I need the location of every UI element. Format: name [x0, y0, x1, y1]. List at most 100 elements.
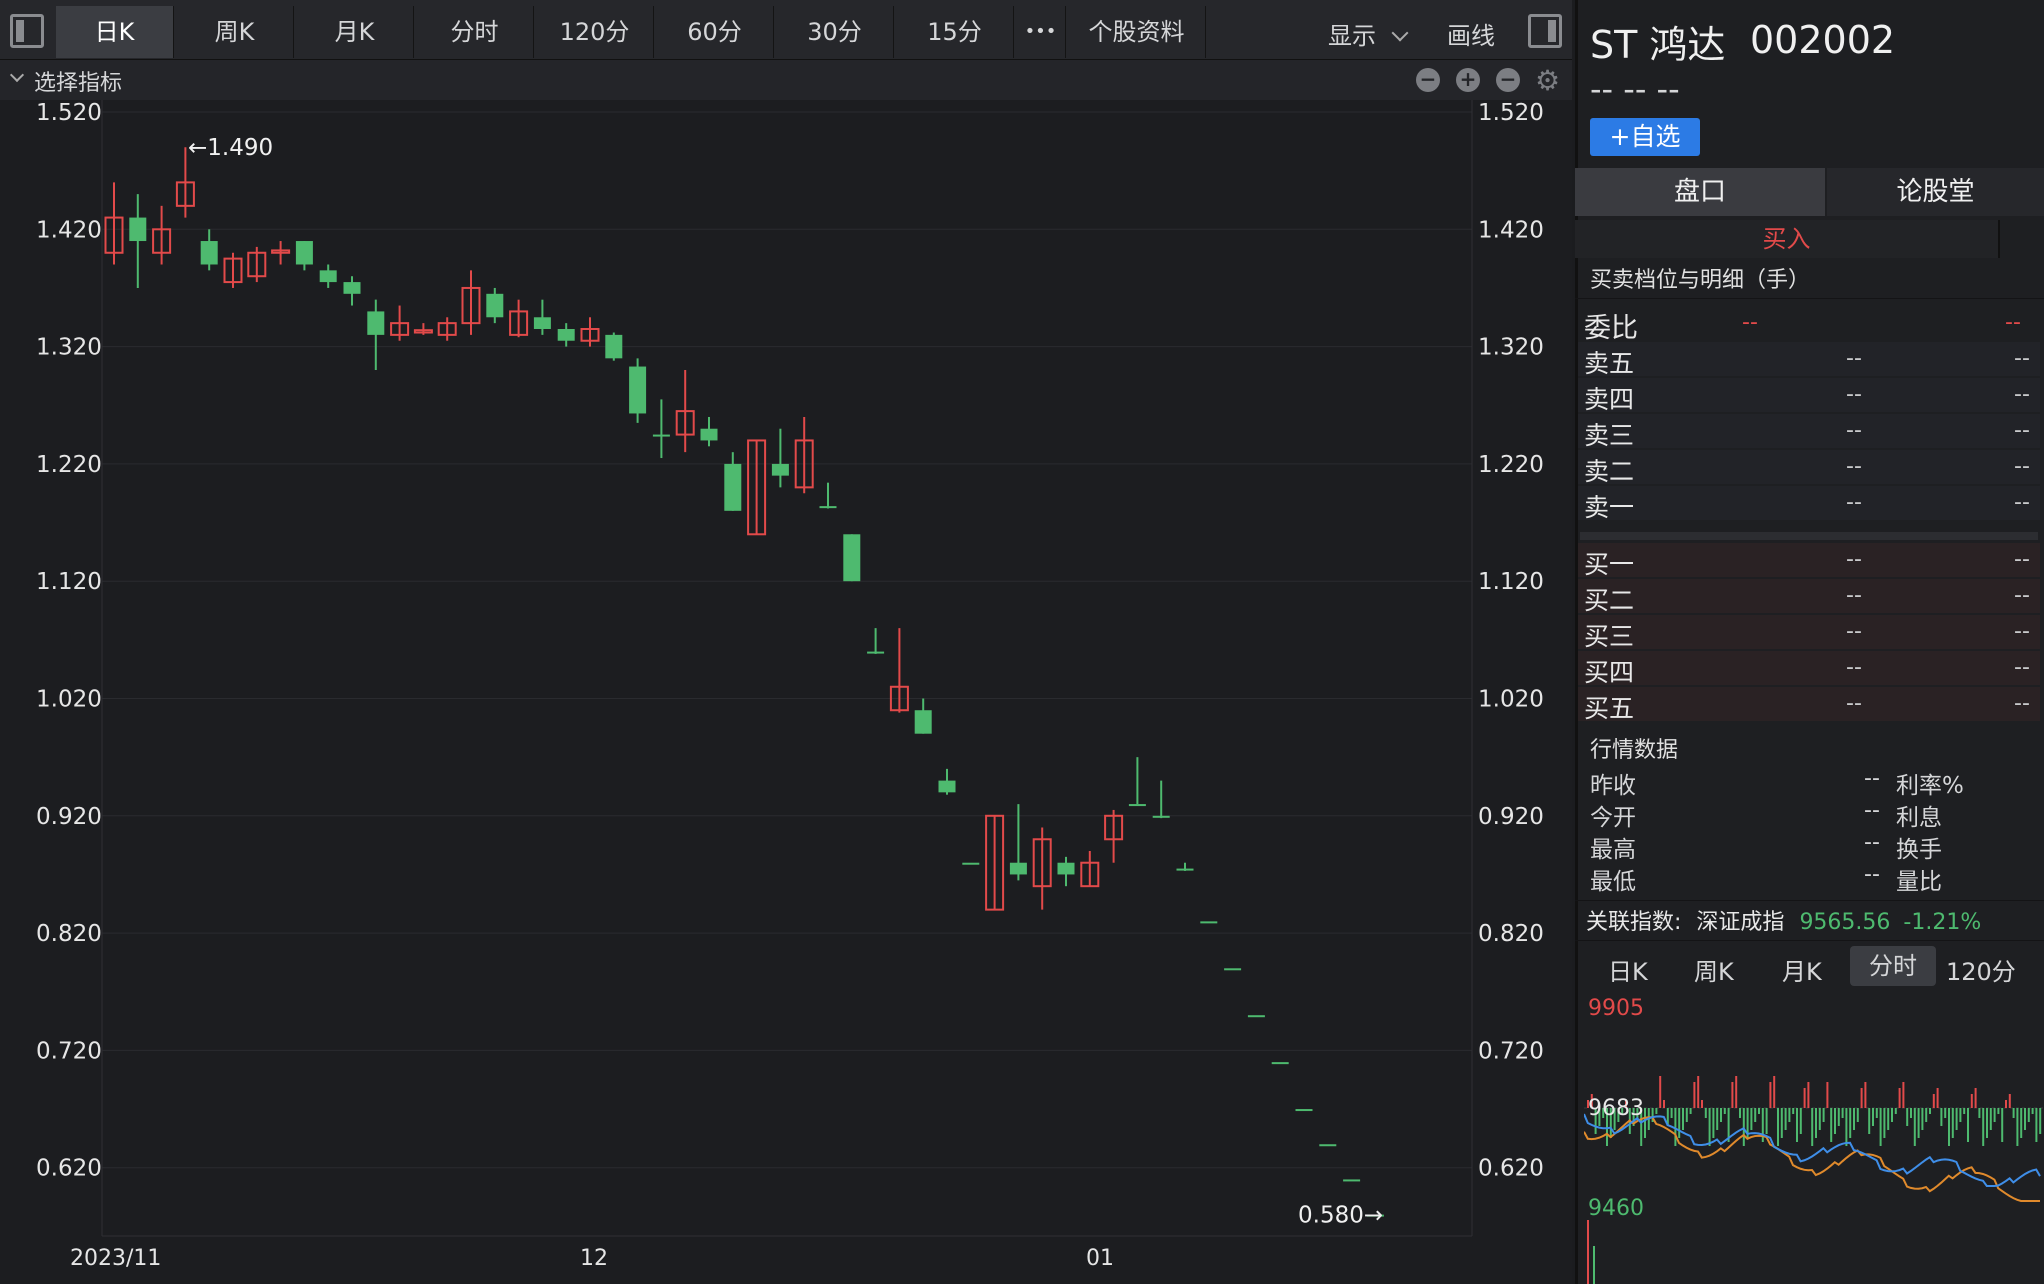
order-ratio-label: 委比: [1584, 313, 1638, 344]
bid-row: [1578, 687, 2040, 721]
chevron-down-icon[interactable]: [9, 67, 25, 83]
kline-chart-area[interactable]: 1.520 1.520 1.420 1.420 1.320 1.320 1.220 1.220…: [0, 100, 1572, 1284]
add-watchlist-button[interactable]: +自选: [1590, 118, 1700, 156]
gear-icon[interactable]: ⚙: [1535, 64, 1560, 97]
order-ratio-value: --: [1742, 310, 1758, 335]
high-price-marker: ←1.490: [188, 135, 273, 161]
mini-tab-intraday[interactable]: 分时: [1850, 946, 1936, 986]
x-tick-label: 2023/11: [70, 1246, 161, 1271]
period-toolbar: 日K 周K 月K 分时 120分 60分 30分 15分 ••• 个股资料 显示…: [0, 0, 1572, 60]
orderbook-price: --: [1846, 691, 1862, 716]
stock-name: ST 鸿达: [1590, 23, 1726, 67]
mini-tab-day-k[interactable]: 日K: [1608, 952, 1648, 987]
ask-row: [1578, 450, 2040, 484]
y-tick-label-right: 0.920: [1478, 804, 1544, 830]
orderbook-volume: --: [2014, 454, 2030, 479]
candle-body: [962, 862, 980, 865]
mini-tab-120min[interactable]: 120分: [1946, 952, 2016, 987]
orderbook-volume: --: [2014, 619, 2030, 644]
y-tick-label-right: 1.220: [1478, 452, 1544, 478]
collapse-icon[interactable]: −: [1496, 68, 1520, 92]
tab-15min[interactable]: 15分: [896, 6, 1014, 58]
display-label: 显示: [1328, 22, 1376, 50]
orderbook-volume: --: [2014, 583, 2030, 608]
orderbook-level-label: 卖四: [1584, 385, 1635, 414]
y-tick-label-left: 1.520: [36, 100, 102, 126]
tab-30min[interactable]: 30分: [776, 6, 894, 58]
y-tick-label-right: 0.620: [1478, 1156, 1544, 1182]
orderbook-price: --: [1846, 547, 1862, 572]
orderbook-price: --: [1846, 418, 1862, 443]
candle-body: [1271, 1062, 1289, 1065]
display-menu[interactable]: 显示: [1328, 16, 1409, 51]
tab-forum[interactable]: 论股堂: [1827, 168, 2044, 216]
sidebar-toggle-icon[interactable]: [10, 14, 44, 48]
more-periods-button[interactable]: •••: [1016, 6, 1066, 58]
tab-week-k[interactable]: 周K: [176, 6, 294, 58]
tab-intraday[interactable]: 分时: [416, 6, 534, 58]
bid-row: [1578, 651, 2040, 685]
y-tick-label-right: 1.120: [1478, 569, 1544, 595]
orderbook-level-label: 卖五: [1584, 349, 1635, 378]
candle-body: [1343, 1179, 1361, 1182]
market-field-label: 换手: [1896, 837, 1942, 863]
zoom-out-icon[interactable]: −: [1416, 68, 1440, 92]
y-tick-label-left: 1.020: [36, 687, 102, 713]
candle-body: [200, 241, 218, 265]
candle-body: [1176, 868, 1194, 871]
market-field-value: --: [1864, 798, 1880, 823]
related-index-row[interactable]: 关联指数: 深证成指 9565.56 -1.21%: [1586, 904, 1981, 936]
tab-120min[interactable]: 120分: [536, 6, 654, 58]
low-price-marker: 0.580→: [1298, 1203, 1383, 1229]
tab-60min[interactable]: 60分: [656, 6, 774, 58]
y-tick-label-left: 0.620: [36, 1156, 102, 1182]
order-ratio-diff: --: [2005, 310, 2021, 335]
ask-row: [1578, 414, 2040, 448]
market-field-label: 最高: [1590, 837, 1636, 863]
market-field-label: 利率%: [1896, 773, 1964, 799]
kline-chart[interactable]: 1.520 1.520 1.420 1.420 1.320 1.320 1.220 1.220…: [0, 100, 1572, 1284]
mini-tab-week-k[interactable]: 周K: [1694, 952, 1734, 987]
panel-toggle-icon[interactable]: [1528, 14, 1562, 48]
market-field-label: 利息: [1896, 805, 1942, 831]
candle-body: [724, 463, 742, 511]
tab-month-k[interactable]: 月K: [296, 6, 414, 58]
y-tick-label-left: 1.320: [36, 335, 102, 361]
stock-code: 002002: [1750, 18, 1896, 62]
related-index-label: 关联指数:: [1586, 910, 1682, 935]
orderbook-volume: --: [2014, 655, 2030, 680]
zoom-in-icon[interactable]: +: [1456, 68, 1480, 92]
index-intraday-chart[interactable]: [1584, 996, 2044, 1284]
stock-info-button[interactable]: 个股资料: [1068, 6, 1206, 58]
tab-orderbook[interactable]: 盘口: [1575, 168, 1825, 216]
y-tick-label-left: 0.820: [36, 921, 102, 947]
orderbook-price: --: [1846, 382, 1862, 407]
market-field-label: 量比: [1896, 869, 1942, 895]
orderbook-volume: --: [2014, 346, 2030, 371]
price-readout: -- -- --: [1590, 70, 1680, 108]
orderbook-price: --: [1846, 619, 1862, 644]
tab-day-k[interactable]: 日K: [56, 6, 174, 58]
candle-body: [605, 334, 623, 359]
orderbook-divider: [1580, 532, 2038, 540]
buy-button[interactable]: 买入: [1575, 220, 2000, 258]
y-tick-label-left: 1.420: [36, 217, 102, 243]
bid-row: [1578, 543, 2040, 577]
candle-body: [343, 282, 361, 294]
market-data-title: 行情数据: [1590, 738, 1679, 763]
select-indicator-button[interactable]: 选择指标: [34, 65, 122, 97]
mini-tab-month-k[interactable]: 月K: [1782, 952, 1822, 987]
orderbook-volume: --: [2014, 490, 2030, 515]
bid-row: [1578, 615, 2040, 649]
candle-body: [629, 366, 647, 414]
candle-body: [319, 270, 337, 283]
orderbook-volume: --: [2014, 418, 2030, 443]
related-index-name: 深证成指: [1696, 910, 1785, 935]
candle-body: [938, 780, 956, 793]
orderbook-price: --: [1846, 454, 1862, 479]
draw-line-button[interactable]: 画线: [1447, 16, 1495, 51]
orderbook-level-label: 买三: [1584, 622, 1635, 651]
orderbook-level-label: 卖二: [1584, 457, 1635, 486]
y-tick-label-right: 0.820: [1478, 921, 1544, 947]
candle-body: [700, 428, 718, 441]
